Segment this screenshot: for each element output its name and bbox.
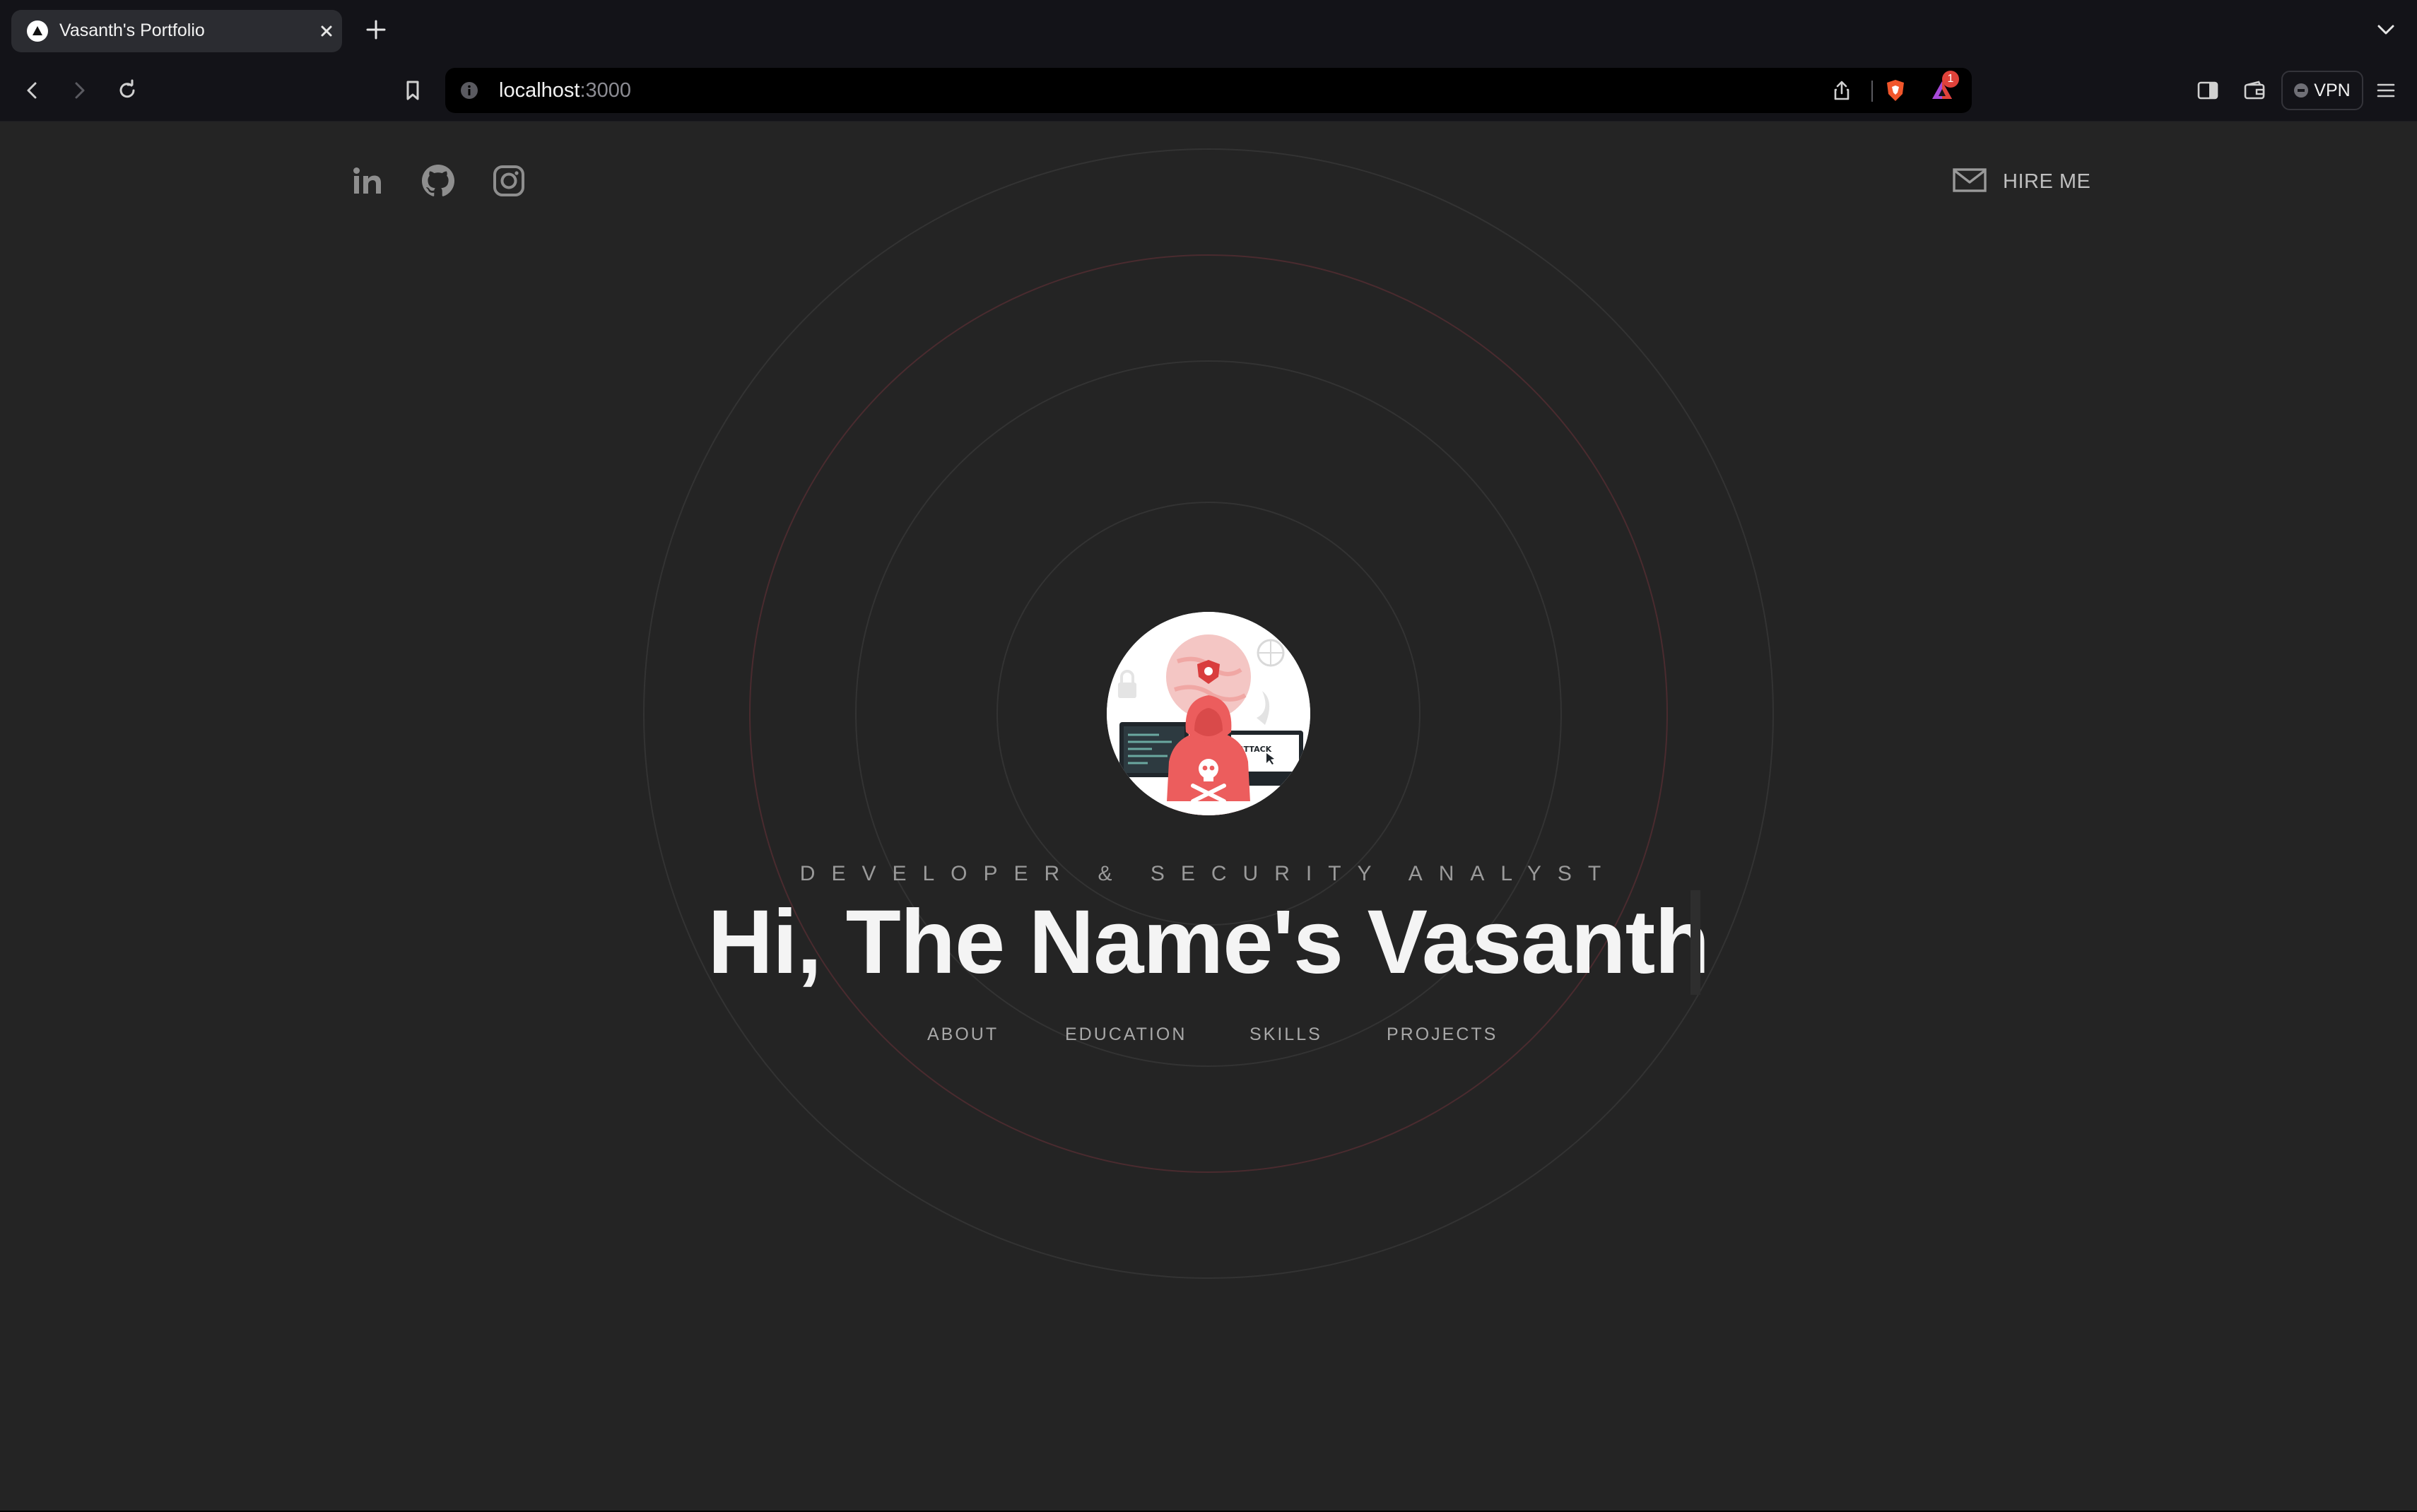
- wallet-icon[interactable]: [2239, 75, 2270, 106]
- portfolio-page: HIRE ME ATTACK DEVELOPER & SECURITY ANAL…: [0, 122, 2417, 1512]
- hacker-avatar-image: ATTACK: [1107, 612, 1310, 815]
- address-bar[interactable]: localhost:3000 1: [445, 68, 1972, 113]
- sidebar-icon[interactable]: [2192, 75, 2223, 106]
- nav-skills[interactable]: SKILLS: [1249, 1024, 1322, 1045]
- vpn-button[interactable]: VPN: [2281, 71, 2363, 110]
- instagram-icon[interactable]: [489, 161, 529, 201]
- vpn-status-icon: [2294, 83, 2309, 98]
- site-info-icon[interactable]: [459, 81, 479, 100]
- share-icon[interactable]: [1829, 78, 1854, 103]
- bookmark-icon[interactable]: [397, 75, 428, 106]
- hero-headline: Hi, The Name's Vasanth: [707, 892, 1710, 993]
- rewards-badge: 1: [1942, 71, 1959, 88]
- url-divider: [1871, 81, 1873, 102]
- tab-active[interactable]: Vasanth's Portfolio: [11, 10, 342, 52]
- reload-icon[interactable]: [112, 75, 143, 106]
- linkedin-icon[interactable]: [348, 161, 387, 201]
- hire-me-button[interactable]: HIRE ME: [1952, 164, 2090, 199]
- tab-title: Vasanth's Portfolio: [59, 20, 205, 40]
- mail-icon: [1952, 167, 1987, 196]
- url-host: localhost: [499, 79, 580, 102]
- brave-shields-icon[interactable]: [1883, 78, 1908, 103]
- nav-education[interactable]: EDUCATION: [1065, 1024, 1187, 1045]
- new-tab-icon[interactable]: [363, 17, 389, 42]
- back-icon[interactable]: [17, 75, 48, 106]
- close-tab-icon[interactable]: [317, 21, 336, 41]
- hero-subtitle: DEVELOPER & SECURITY ANALYST: [799, 862, 1618, 885]
- browser-window: Vasanth's Portfolio localhost:3000 1 VPN…: [0, 0, 2417, 1512]
- nav-projects[interactable]: PROJECTS: [1387, 1024, 1498, 1045]
- menu-icon[interactable]: [2370, 75, 2401, 106]
- vpn-label: VPN: [2314, 80, 2351, 100]
- chevron-down-icon[interactable]: [2375, 20, 2397, 40]
- url-port: :3000: [580, 79, 632, 102]
- url-text: localhost:3000: [499, 79, 631, 102]
- typing-cursor: [1690, 890, 1700, 995]
- nav-about[interactable]: ABOUT: [927, 1024, 999, 1045]
- favicon-icon: [27, 20, 48, 42]
- github-icon[interactable]: [418, 161, 458, 201]
- forward-icon[interactable]: [64, 75, 95, 106]
- browser-toolbar: localhost:3000 1 VPN: [0, 61, 2417, 122]
- tab-strip: Vasanth's Portfolio: [0, 0, 2417, 61]
- hire-me-label: HIRE ME: [2003, 170, 2091, 193]
